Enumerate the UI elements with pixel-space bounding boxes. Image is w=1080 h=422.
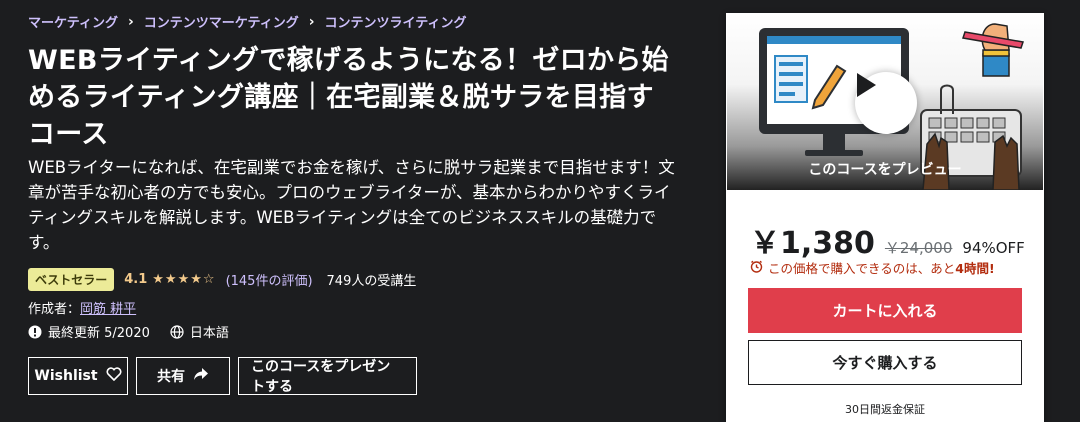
breadcrumb-item-content-writing[interactable]: コンテンツライティング: [325, 12, 467, 31]
buy-now-button[interactable]: 今すぐ購入する: [748, 340, 1022, 385]
globe-icon: [170, 324, 184, 339]
breadcrumb-item-marketing[interactable]: マーケティング: [28, 12, 118, 31]
original-price: ￥24,000: [884, 239, 953, 257]
current-price: ￥1,380: [750, 226, 875, 261]
gift-label: このコースをプレゼントする: [251, 359, 391, 395]
timer-hours: 4時間!: [955, 261, 995, 276]
wishlist-label: Wishlist: [34, 368, 98, 384]
alert-icon: [28, 325, 42, 339]
money-back-guarantee: 30日間返金保証: [845, 403, 925, 416]
share-label: 共有: [157, 369, 185, 385]
add-to-cart-button[interactable]: カートに入れる: [748, 288, 1022, 333]
course-preview[interactable]: このコースをプレビュー: [727, 14, 1043, 190]
timer-text: この価格で購入できるのは、あと: [768, 261, 956, 276]
breadcrumb: マーケティング › コンテンツマーケティング › コンテンツライティング: [28, 12, 467, 32]
student-count: 749人の受講生: [326, 274, 417, 289]
author-prefix: 作成者：: [28, 302, 81, 317]
course-title: WEBライティングで稼げるようになる！ゼロから始めるライティング講座｜在宅副業＆…: [28, 45, 669, 150]
breadcrumb-item-content-marketing[interactable]: コンテンツマーケティング: [144, 12, 299, 31]
share-button[interactable]: 共有: [136, 357, 230, 395]
course-description: WEBライターになれば、在宅副業でお金を稼げ、さらに脱サラ起業まで目指せます！文…: [28, 158, 675, 252]
preview-label: このコースをプレビュー: [808, 162, 962, 178]
author-row: 作成者：岡筋 耕平: [28, 298, 136, 317]
share-arrow-icon: [193, 367, 209, 385]
review-count[interactable]: (145件の評価): [226, 270, 313, 289]
rating-value: 4.1: [124, 272, 148, 287]
author-link[interactable]: 岡筋 耕平: [80, 302, 136, 317]
bestseller-badge: ベストセラー: [28, 268, 115, 291]
heart-icon: [106, 367, 122, 385]
wishlist-button[interactable]: Wishlist: [28, 357, 128, 395]
alarm-clock-icon: [750, 260, 763, 276]
play-button[interactable]: [855, 72, 917, 134]
discount-percent: 94%OFF: [962, 239, 1025, 257]
chevron-right-icon: ›: [308, 13, 315, 30]
chevron-right-icon: ›: [127, 13, 134, 30]
info-row: 最終更新 5/2020 日本語: [28, 322, 229, 341]
rating-row: ベストセラー 4.1 ★★★★☆ (145件の評価) 749人の受講生: [28, 268, 416, 291]
price-timer: この価格で購入できるのは、あと4時間!: [750, 258, 995, 277]
price-row: ￥1,380 ￥24,000 94%OFF: [750, 218, 1025, 262]
purchase-card: このコースをプレビュー ￥1,380 ￥24,000 94%OFF この価格で購…: [726, 13, 1044, 422]
course-language: 日本語: [189, 326, 229, 341]
star-icon: ★★★★☆: [152, 272, 216, 287]
action-buttons: Wishlist 共有 このコースをプレゼントする: [28, 357, 417, 395]
gift-course-button[interactable]: このコースをプレゼントする: [238, 357, 417, 395]
last-updated: 最終更新 5/2020: [48, 326, 150, 341]
